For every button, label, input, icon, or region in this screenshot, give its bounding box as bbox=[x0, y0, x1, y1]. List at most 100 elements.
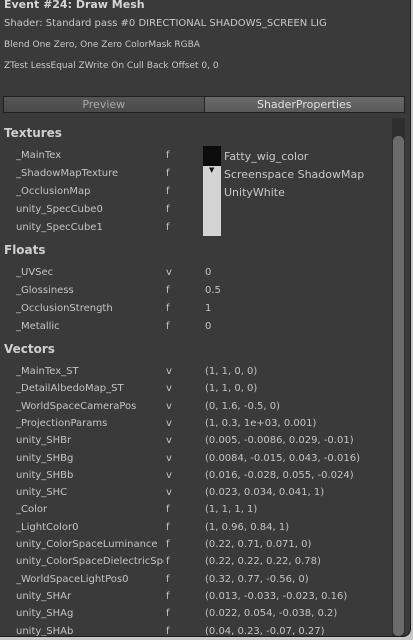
property-type: f bbox=[166, 321, 170, 332]
property-type: f bbox=[166, 186, 170, 197]
vector-row: unity_SHAg f (0.022, 0.054, -0.038, 0.2) bbox=[0, 608, 390, 626]
property-name: _ShadowMapTexture bbox=[16, 168, 119, 179]
property-value: (1, 1, 1, 1) bbox=[205, 504, 258, 516]
property-name: unity_SHBr bbox=[16, 435, 72, 447]
vector-row: _WorldSpaceCameraPos v (0, 1.6, -0.5, 0) bbox=[0, 401, 390, 419]
property-name: _OcclusionMap bbox=[16, 186, 91, 197]
texture-name-shadowmap: Screenspace ShadowMap bbox=[224, 168, 365, 181]
vector-row: unity_ColorSpaceDielectricSpec f (0.22, 0.… bbox=[0, 556, 390, 574]
property-type: f bbox=[166, 539, 170, 550]
property-type: f bbox=[166, 303, 170, 314]
property-name: _DetailAlbedoMap_ST bbox=[16, 383, 124, 395]
scrollbar-thumb[interactable] bbox=[393, 136, 404, 636]
vector-row: unity_SHAr f (0.013, -0.033, -0.023, 0.16) bbox=[0, 591, 390, 609]
property-type: v bbox=[166, 452, 172, 464]
property-name: unity_SHBb bbox=[16, 469, 74, 481]
texture-row: _OcclusionMap f bbox=[0, 186, 390, 204]
property-name: _UVSec bbox=[16, 267, 54, 278]
property-value: (0.023, 0.034, 0.041, 1) bbox=[205, 487, 325, 499]
property-value: (1, 0.3, 1e+03, 0.001) bbox=[205, 417, 317, 429]
property-type: v bbox=[166, 435, 172, 447]
float-row: _Metallic f 0 bbox=[0, 321, 390, 339]
property-value: (0.22, 0.22, 0.22, 0.78) bbox=[205, 556, 321, 568]
property-value: (1, 1, 0, 0) bbox=[205, 366, 258, 377]
property-value: (0.04, 0.23, -0.07, 0.27) bbox=[205, 625, 325, 637]
property-value: 0 bbox=[205, 321, 212, 332]
section-textures: Textures bbox=[4, 126, 62, 140]
dropdown-arrow-icon: ▼ bbox=[209, 166, 215, 174]
vector-row: _LightColor0 f (1, 0.96, 0.84, 1) bbox=[0, 522, 390, 540]
property-type: f bbox=[166, 625, 170, 637]
shader-properties-panel: Event #24: Draw Mesh Shader: Standard pa… bbox=[0, 0, 411, 637]
property-name: _WorldSpaceLightPos0 bbox=[16, 573, 129, 585]
property-value: (0.022, 0.054, -0.038, 0.2) bbox=[205, 608, 338, 620]
blend-info: Blend One Zero, One Zero ColorMask RGBA bbox=[4, 40, 200, 50]
vector-row: unity_SHBb v (0.016, -0.028, 0.055, -0.024… bbox=[0, 470, 390, 488]
property-type: f bbox=[166, 204, 170, 215]
shader-info: Shader: Standard pass #0 DIRECTIONAL SHA… bbox=[4, 18, 327, 29]
property-value: (1, 0.96, 0.84, 1) bbox=[205, 521, 290, 533]
texture-row: unity_SpecCube0 f bbox=[0, 204, 390, 222]
property-name: unity_SHAg bbox=[16, 608, 74, 620]
vector-row: unity_SHBr v (0.005, -0.0086, 0.029, -0.01… bbox=[0, 435, 390, 453]
property-name: _OcclusionStrength bbox=[16, 303, 113, 314]
texture-row: unity_SpecCube1 f bbox=[0, 222, 390, 240]
float-row: _Glossiness f 0.5 bbox=[0, 285, 390, 303]
property-value: (0.016, -0.028, 0.055, -0.024) bbox=[205, 469, 354, 481]
property-name: unity_SHAr bbox=[16, 590, 72, 602]
texture-thumb-shadowmap bbox=[203, 166, 221, 236]
property-name: _Metallic bbox=[16, 321, 60, 332]
property-type: f bbox=[166, 285, 170, 296]
property-type: v bbox=[166, 267, 172, 278]
property-value: (0, 1.6, -0.5, 0) bbox=[205, 400, 281, 412]
float-row: _OcclusionStrength f 1 bbox=[0, 303, 390, 321]
tab-bar: Preview ShaderProperties bbox=[3, 96, 405, 113]
property-value: (0.005, -0.0086, 0.029, -0.01) bbox=[205, 435, 354, 447]
section-floats: Floats bbox=[4, 243, 46, 257]
property-name: unity_SpecCube0 bbox=[16, 204, 103, 215]
texture-name-white: UnityWhite bbox=[224, 186, 285, 199]
texture-thumbnail-strip[interactable]: ▼ bbox=[203, 146, 221, 236]
texture-row: _MainTex f bbox=[0, 150, 390, 168]
property-name: unity_ColorSpaceLuminance bbox=[16, 539, 158, 550]
vector-row: unity_SHC v (0.023, 0.034, 0.041, 1) bbox=[0, 487, 390, 505]
property-value: 1 bbox=[205, 303, 212, 314]
vector-row: _DetailAlbedoMap_ST v (1, 1, 0, 0) bbox=[0, 383, 390, 401]
property-type: f bbox=[166, 168, 170, 179]
properties-list: Textures _MainTex f _ShadowMapTexture f _Occ… bbox=[0, 118, 390, 636]
property-value: 0.5 bbox=[205, 285, 221, 296]
property-type: f bbox=[166, 222, 170, 233]
property-name: _LightColor0 bbox=[16, 521, 79, 533]
property-name: unity_ColorSpaceDielectricSpec bbox=[16, 556, 164, 568]
property-name: _ProjectionParams bbox=[16, 417, 108, 429]
property-name: _MainTex_ST bbox=[16, 366, 79, 377]
float-row: _UVSec v 0 bbox=[0, 267, 390, 285]
property-name: unity_SHAb bbox=[16, 625, 74, 637]
vector-row: _Color f (1, 1, 1, 1) bbox=[0, 504, 390, 522]
texture-thumb-main bbox=[203, 146, 221, 166]
tab-preview[interactable]: Preview bbox=[4, 97, 204, 112]
property-type: v bbox=[166, 417, 172, 429]
property-value: (0.32, 0.77, -0.56, 0) bbox=[205, 573, 309, 585]
property-type: v bbox=[166, 400, 172, 412]
property-name: unity_SHC bbox=[16, 487, 68, 499]
property-type: f bbox=[166, 573, 170, 585]
property-name: _MainTex bbox=[16, 150, 62, 161]
property-value: (0.22, 0.71, 0.071, 0) bbox=[205, 539, 312, 550]
vertical-scrollbar[interactable] bbox=[392, 118, 405, 636]
property-name: _Color bbox=[16, 504, 48, 516]
texture-name-main: Fatty_wig_color bbox=[224, 150, 309, 163]
event-title: Event #24: Draw Mesh bbox=[4, 0, 145, 11]
property-value: 0 bbox=[205, 267, 212, 278]
property-value: (0.013, -0.033, -0.023, 0.16) bbox=[205, 590, 348, 602]
vector-row: unity_ColorSpaceLuminance f (0.22, 0.71, 0… bbox=[0, 539, 390, 557]
property-name: _WorldSpaceCameraPos bbox=[16, 400, 137, 412]
vector-row: unity_SHAb f (0.04, 0.23, -0.07, 0.27) bbox=[0, 626, 390, 637]
section-vectors: Vectors bbox=[4, 342, 55, 356]
property-type: f bbox=[166, 608, 170, 620]
tab-shader-properties[interactable]: ShaderProperties bbox=[203, 97, 404, 112]
vector-row: _WorldSpaceLightPos0 f (0.32, 0.77, -0.56,… bbox=[0, 574, 390, 592]
property-type: f bbox=[166, 150, 170, 161]
vector-row: _ProjectionParams v (1, 0.3, 1e+03, 0.001) bbox=[0, 418, 390, 436]
property-name: unity_SHBg bbox=[16, 452, 74, 464]
